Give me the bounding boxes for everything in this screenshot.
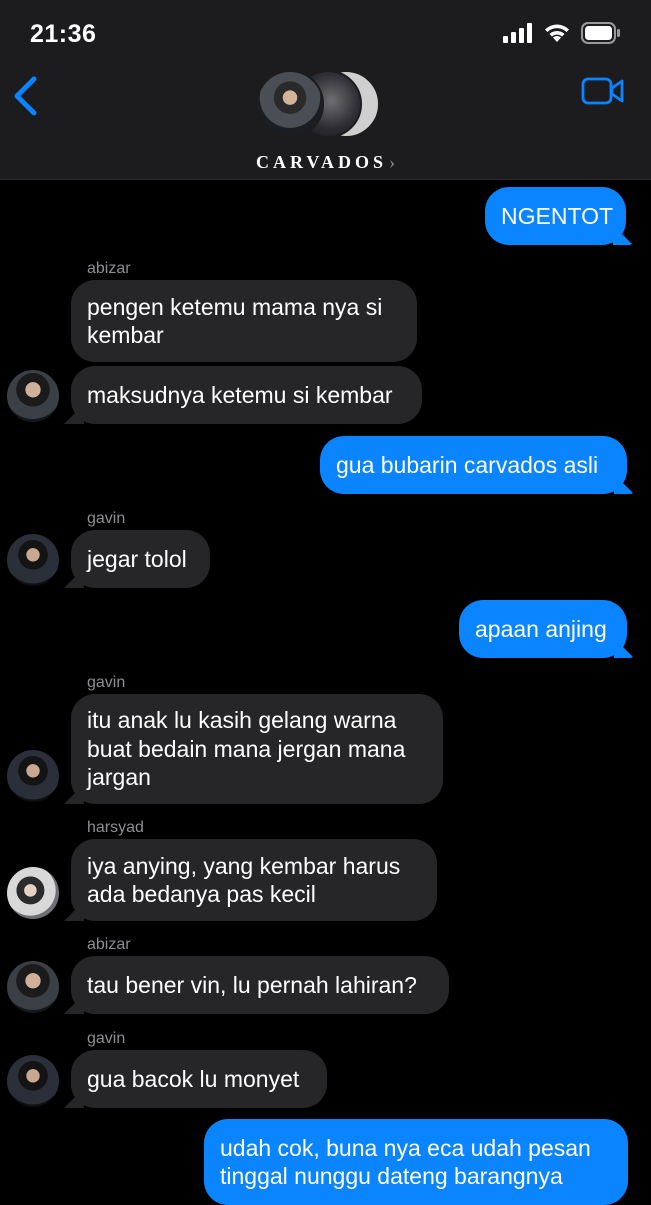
message-bubble-incoming[interactable]: tau bener vin, lu pernah lahiran? xyxy=(71,956,449,1014)
message-text: NGENTOT xyxy=(501,202,614,229)
avatar-gavin[interactable] xyxy=(7,534,59,586)
avatar-gavin[interactable] xyxy=(7,750,59,802)
message-bubble-outgoing[interactable]: udah cok, buna nya eca udah pesan tingga… xyxy=(204,1119,628,1205)
sender-name: gavin xyxy=(87,674,126,691)
message-text: pengen ketemu mama nya si kembar xyxy=(87,293,383,349)
sender-name: gavin xyxy=(87,510,126,527)
signal-icon xyxy=(503,23,532,43)
group-avatar-1 xyxy=(256,70,324,138)
message-text: udah cok, buna nya eca udah pesan tingga… xyxy=(220,1134,591,1190)
message-bubble-incoming[interactable]: jegar tolol xyxy=(71,530,210,588)
message-bubble-outgoing[interactable]: gua bubarin carvados asli xyxy=(320,436,627,494)
group-name-text: CARVADOS xyxy=(255,152,388,172)
message-bubble-incoming[interactable]: itu anak lu kasih gelang warna buat beda… xyxy=(71,694,443,804)
message-text: maksudnya ketemu si kembar xyxy=(87,381,393,408)
status-icons xyxy=(503,22,621,44)
message-text: iya anying, yang kembar harus ada bedany… xyxy=(87,852,401,908)
back-chevron-icon[interactable] xyxy=(12,76,42,116)
avatar-abizar[interactable] xyxy=(7,961,59,1013)
message-bubble-incoming[interactable]: iya anying, yang kembar harus ada bedany… xyxy=(71,839,437,921)
message-text: tau bener vin, lu pernah lahiran? xyxy=(87,971,417,998)
message-bubble-outgoing[interactable]: NGENTOT xyxy=(485,187,626,245)
message-text: itu anak lu kasih gelang warna buat beda… xyxy=(87,707,406,791)
sender-name: harsyad xyxy=(87,819,144,836)
group-avatar-stack[interactable] xyxy=(256,70,386,140)
sender-name: abizar xyxy=(87,936,131,953)
chat-header: CARVADOS › xyxy=(0,62,651,180)
message-text: gua bacok lu monyet xyxy=(87,1065,300,1092)
message-bubble-outgoing[interactable]: apaan anjing xyxy=(459,600,627,658)
message-bubble-incoming[interactable]: gua bacok lu monyet xyxy=(71,1050,327,1108)
message-bubble-incoming[interactable]: pengen ketemu mama nya si kembar xyxy=(71,280,417,362)
avatar-harsyad[interactable] xyxy=(7,867,59,919)
group-name[interactable]: CARVADOS › xyxy=(0,152,651,173)
video-call-icon[interactable] xyxy=(581,76,625,106)
status-time: 21:36 xyxy=(30,20,97,48)
message-text: jegar tolol xyxy=(87,545,187,572)
avatar-gavin[interactable] xyxy=(7,1055,59,1107)
wifi-icon xyxy=(545,24,569,42)
message-text: gua bubarin carvados asli xyxy=(336,451,599,478)
avatar-abizar[interactable] xyxy=(7,370,59,422)
message-bubble-incoming[interactable]: maksudnya ketemu si kembar xyxy=(71,366,422,424)
sender-name: gavin xyxy=(87,1030,126,1047)
sender-name: abizar xyxy=(87,260,131,277)
status-bar: 21:36 xyxy=(0,0,651,62)
message-text: apaan anjing xyxy=(475,615,607,642)
battery-icon xyxy=(581,22,620,44)
chevron-right-icon: › xyxy=(389,152,396,172)
